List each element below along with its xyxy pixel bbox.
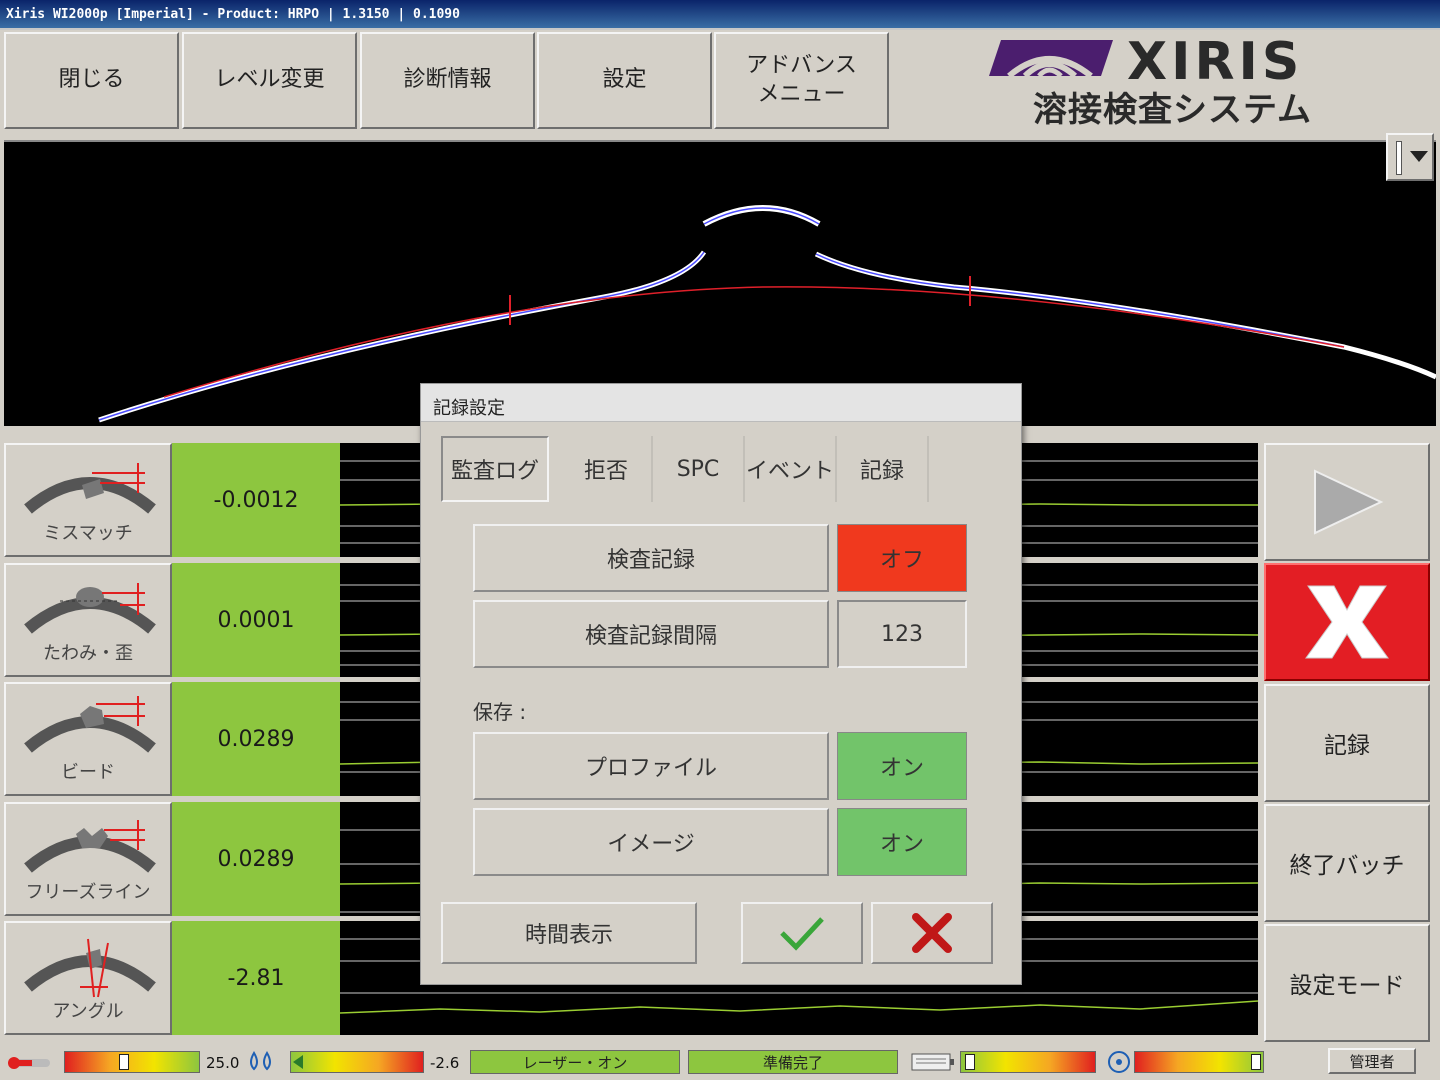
measurement-value: 0.0289 (172, 682, 340, 796)
freeze-line-icon (24, 820, 156, 873)
measurement-label: たわみ・歪 (43, 643, 133, 664)
save-label: 保存 : (473, 700, 527, 724)
inspection-record-button[interactable]: 検査記録 (473, 524, 829, 592)
deflection-icon-button[interactable]: たわみ・歪 (4, 563, 172, 677)
bead-icon-button[interactable]: ビード (4, 682, 172, 796)
stop-button[interactable] (1264, 563, 1430, 681)
window-title: Xiris WI2000p [Imperial] - Product: HRPO… (6, 7, 460, 22)
xiris-logo: XIRIS 溶接検査システム (985, 32, 1435, 132)
brand-subtitle: 溶接検査システム (1033, 90, 1312, 130)
ready-status: 準備完了 (688, 1050, 898, 1074)
image-button[interactable]: イメージ (473, 808, 829, 876)
checkmark-icon (780, 917, 824, 951)
record-button[interactable]: 記録 (1264, 684, 1430, 802)
title-bar: Xiris WI2000p [Imperial] - Product: HRPO… (0, 0, 1440, 30)
measurement-value: 0.0289 (172, 802, 340, 916)
temperature-value: 25.0 (206, 1054, 240, 1072)
record-settings-dialog: 記録設定 監査ログ 拒否 SPC イベント 記録 検査記録 オフ 検査記録間隔 … (420, 383, 1022, 985)
close-button[interactable]: 閉じる (4, 32, 179, 129)
measurement-value: 0.0001 (172, 563, 340, 677)
tab-record[interactable]: 記録 (837, 436, 929, 502)
level-gauge (960, 1051, 1096, 1073)
profile-button[interactable]: プロファイル (473, 732, 829, 800)
tab-audit-log[interactable]: 監査ログ (441, 436, 549, 502)
profile-toggle[interactable]: オン (837, 732, 967, 800)
time-display-button[interactable]: 時間表示 (441, 902, 697, 964)
tab-event[interactable]: イベント (745, 436, 837, 502)
measurement-label: アングル (52, 1001, 124, 1022)
droplet-icon (250, 1051, 271, 1071)
tab-spc[interactable]: SPC (653, 436, 745, 502)
image-toggle[interactable]: オン (837, 808, 967, 876)
dialog-title-bar: 記録設定 (421, 384, 1021, 422)
mismatch-icon (24, 463, 156, 514)
inspection-record-toggle[interactable]: オフ (837, 524, 967, 592)
end-batch-button[interactable]: 終了バッチ (1264, 804, 1430, 922)
measurement-value: -2.81 (172, 921, 340, 1035)
inspection-interval-field[interactable]: 123 (837, 600, 967, 668)
measurement-label: ビード (61, 762, 115, 783)
fan-gauge (1134, 1051, 1264, 1073)
status-bar: 25.0 -2.6 レーザー・オン 準備完了 管理者 (0, 1045, 1440, 1080)
battery-icon (911, 1053, 954, 1071)
temperature-gauge (64, 1051, 200, 1073)
level-change-button[interactable]: レベル変更 (182, 32, 357, 129)
angle-icon-button[interactable]: アングル (4, 921, 172, 1035)
advanced-menu-button[interactable]: アドバンス メニュー (714, 32, 889, 129)
ok-button[interactable] (741, 902, 863, 964)
play-button[interactable] (1264, 443, 1430, 561)
user-button[interactable]: 管理者 (1328, 1048, 1416, 1074)
view-dropdown-button[interactable] (1386, 133, 1434, 181)
thermometer-icon (8, 1057, 50, 1069)
freeze-line-icon-button[interactable]: フリーズライン (4, 802, 172, 916)
tab-reject[interactable]: 拒否 (561, 436, 653, 502)
laser-gauge (290, 1051, 424, 1073)
settings-button[interactable]: 設定 (537, 32, 712, 129)
laser-value: -2.6 (430, 1054, 460, 1072)
inspection-interval-button[interactable]: 検査記録間隔 (473, 600, 829, 668)
diagnostics-button[interactable]: 診断情報 (360, 32, 535, 129)
measurement-value: -0.0012 (172, 443, 340, 557)
dialog-title: 記録設定 (433, 398, 505, 419)
bead-icon (24, 696, 156, 753)
angle-icon (24, 938, 156, 998)
measurement-label: フリーズライン (25, 882, 151, 903)
fan-icon (1108, 1051, 1130, 1073)
close-icon (1305, 585, 1389, 659)
laser-status: レーザー・オン (470, 1050, 680, 1074)
play-icon (1314, 469, 1384, 535)
deflection-icon (24, 583, 156, 634)
chevron-down-icon (1410, 151, 1428, 162)
setup-mode-button[interactable]: 設定モード (1264, 924, 1430, 1042)
mismatch-icon-button[interactable]: ミスマッチ (4, 443, 172, 557)
measurement-label: ミスマッチ (43, 523, 133, 544)
cancel-button[interactable] (871, 902, 993, 964)
xiris-logo-icon (989, 40, 1113, 79)
slider-icon (1396, 141, 1402, 175)
close-icon (912, 913, 952, 953)
